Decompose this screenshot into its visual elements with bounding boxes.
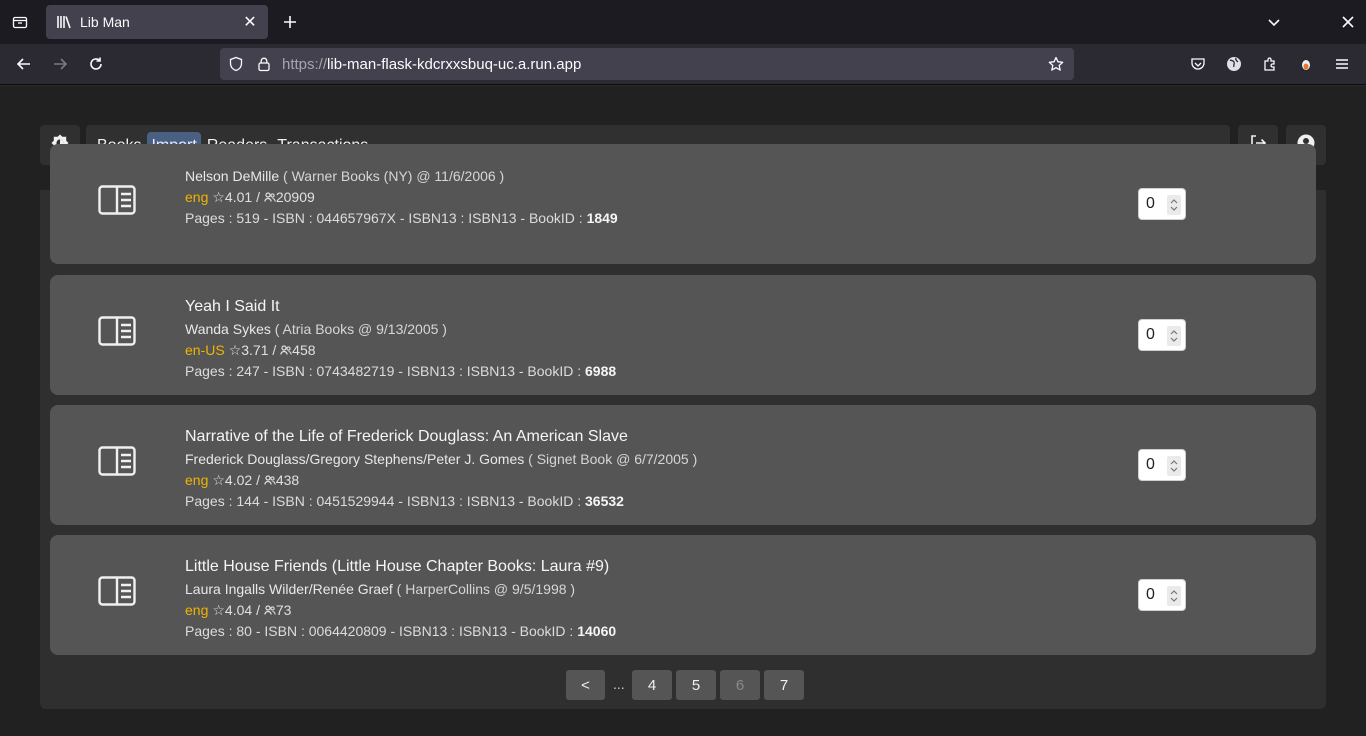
book-card: Little House Friends (Little House Chapt… — [50, 535, 1316, 655]
pagination: < ... 4 5 6 7 — [40, 670, 1326, 700]
spinner-arrows-icon[interactable] — [1167, 586, 1181, 606]
quantity-stepper[interactable]: 0 — [1138, 319, 1186, 351]
extensions-puzzle-icon[interactable] — [1258, 52, 1282, 76]
book-list-panel: Nelson DeMille ( Warner Books (NY) @ 11/… — [40, 144, 1326, 709]
star-icon: ☆ — [212, 602, 225, 618]
back-arrow-icon[interactable] — [12, 52, 36, 76]
pagination-page-button[interactable]: 7 — [764, 670, 804, 700]
rating-separator: / — [256, 472, 260, 488]
book-authors: Frederick Douglass/Gregory Stephens/Pete… — [185, 451, 525, 467]
book-language: en-US — [185, 342, 225, 358]
book-details: Pages : 247 - ISBN : 0743482719 - ISBN13… — [185, 363, 582, 379]
book-authors: Laura Ingalls Wilder/Renée Graef — [185, 581, 393, 597]
book-ratings-count: 20909 — [275, 189, 315, 205]
star-icon: ☆ — [212, 472, 225, 488]
spinner-arrows-icon[interactable] — [1167, 326, 1181, 346]
book-rating: 4.01 — [224, 189, 253, 205]
hamburger-menu-icon[interactable] — [1330, 52, 1354, 76]
lock-icon[interactable] — [256, 56, 272, 72]
book-language: eng — [185, 189, 209, 205]
quantity-stepper[interactable]: 0 — [1138, 449, 1186, 481]
people-icon — [264, 187, 276, 208]
quantity-stepper[interactable]: 0 — [1138, 579, 1186, 611]
book-ratings-count: 438 — [275, 472, 300, 488]
bookmark-star-icon[interactable] — [1048, 56, 1064, 72]
pagination-prev-button[interactable]: < — [566, 670, 605, 700]
people-icon — [280, 340, 292, 361]
page-content: Books Import Readers Transactions Nelson… — [0, 86, 1366, 736]
book-details: Pages : 519 - ISBN : 044657967X - ISBN13… — [185, 210, 583, 226]
address-bar[interactable]: https://lib-man-flask-kdcrxxsbuq-uc.a.ru… — [220, 48, 1074, 80]
browser-tab-strip: Lib Man ✕ — [0, 0, 1366, 44]
book-publisher: ( Atria Books @ 9/13/2005 ) — [274, 321, 447, 337]
forward-arrow-icon[interactable] — [48, 52, 72, 76]
book-ratings-count: 458 — [292, 342, 316, 358]
url-text: https://lib-man-flask-kdcrxxsbuq-uc.a.ru… — [282, 56, 582, 73]
book-title: Yeah I Said It — [185, 298, 280, 315]
quantity-stepper[interactable]: 0 — [1138, 188, 1186, 220]
star-icon: ☆ — [228, 342, 242, 358]
rating-separator: / — [256, 602, 260, 618]
book-card: Yeah I Said It Wanda Sykes ( Atria Books… — [50, 275, 1316, 395]
quantity-value: 0 — [1146, 456, 1155, 473]
people-icon — [264, 600, 276, 621]
tracking-protection-shield-icon[interactable] — [228, 56, 244, 72]
book-id: 14060 — [577, 623, 617, 639]
pagination-current-page: 6 — [720, 670, 760, 700]
book-title: Narrative of the Life of Frederick Dougl… — [185, 428, 628, 445]
rating-separator: / — [272, 342, 277, 358]
tab-title: Lib Man — [80, 14, 130, 30]
book-details: Pages : 80 - ISBN : 0064420809 - ISBN13 … — [185, 623, 574, 639]
tab-close-icon[interactable]: ✕ — [242, 12, 258, 32]
book-id: 36532 — [585, 493, 624, 509]
pagination-page-button[interactable]: 5 — [676, 670, 716, 700]
book-title: Little House Friends (Little House Chapt… — [185, 558, 610, 575]
book-publisher: ( HarperCollins @ 9/5/1998 ) — [396, 581, 576, 597]
quantity-value: 0 — [1146, 586, 1155, 603]
quantity-value: 0 — [1146, 195, 1155, 212]
tab-list-icon[interactable] — [8, 10, 32, 34]
list-all-tabs-chevron-icon[interactable] — [1262, 10, 1286, 34]
book-publisher: ( Signet Book @ 6/7/2005 ) — [528, 451, 698, 467]
vpn-globe-icon[interactable] — [1222, 52, 1246, 76]
star-icon: ☆ — [212, 189, 225, 205]
book-open-icon — [98, 185, 136, 215]
book-rating: 3.71 — [241, 342, 269, 358]
book-publisher: ( Warner Books (NY) @ 11/6/2006 ) — [283, 168, 505, 184]
library-favicon-icon — [56, 14, 72, 30]
browser-toolbar: https://lib-man-flask-kdcrxxsbuq-uc.a.ru… — [0, 44, 1366, 85]
pocket-icon[interactable] — [1186, 52, 1210, 76]
book-language: eng — [185, 472, 209, 488]
profile-extension-icon[interactable] — [1294, 52, 1318, 76]
browser-tab[interactable]: Lib Man ✕ — [46, 5, 268, 39]
book-card: Nelson DeMille ( Warner Books (NY) @ 11/… — [50, 144, 1316, 264]
rating-separator: / — [256, 189, 260, 205]
book-rating: 4.04 — [224, 602, 253, 618]
new-tab-icon[interactable] — [278, 10, 302, 34]
quantity-value: 0 — [1146, 326, 1155, 343]
book-open-icon — [98, 446, 136, 476]
pagination-page-button[interactable]: 4 — [632, 670, 672, 700]
book-rating: 4.02 — [224, 472, 253, 488]
spinner-arrows-icon[interactable] — [1167, 195, 1181, 215]
reload-icon[interactable] — [84, 52, 108, 76]
book-details: Pages : 144 - ISBN : 0451529944 - ISBN13… — [185, 493, 582, 509]
book-id: 1849 — [586, 210, 618, 226]
book-open-icon — [98, 316, 136, 346]
people-icon — [264, 470, 276, 491]
spinner-arrows-icon[interactable] — [1167, 456, 1181, 476]
book-open-icon — [98, 576, 136, 606]
book-ratings-count: 73 — [275, 602, 292, 618]
book-authors: Nelson DeMille — [185, 168, 280, 184]
window-close-icon[interactable] — [1336, 10, 1360, 34]
book-card: Narrative of the Life of Frederick Dougl… — [50, 405, 1316, 525]
pagination-ellipsis: ... — [613, 676, 625, 692]
book-language: eng — [185, 602, 209, 618]
book-authors: Wanda Sykes — [185, 321, 271, 337]
book-id: 6988 — [585, 363, 617, 379]
